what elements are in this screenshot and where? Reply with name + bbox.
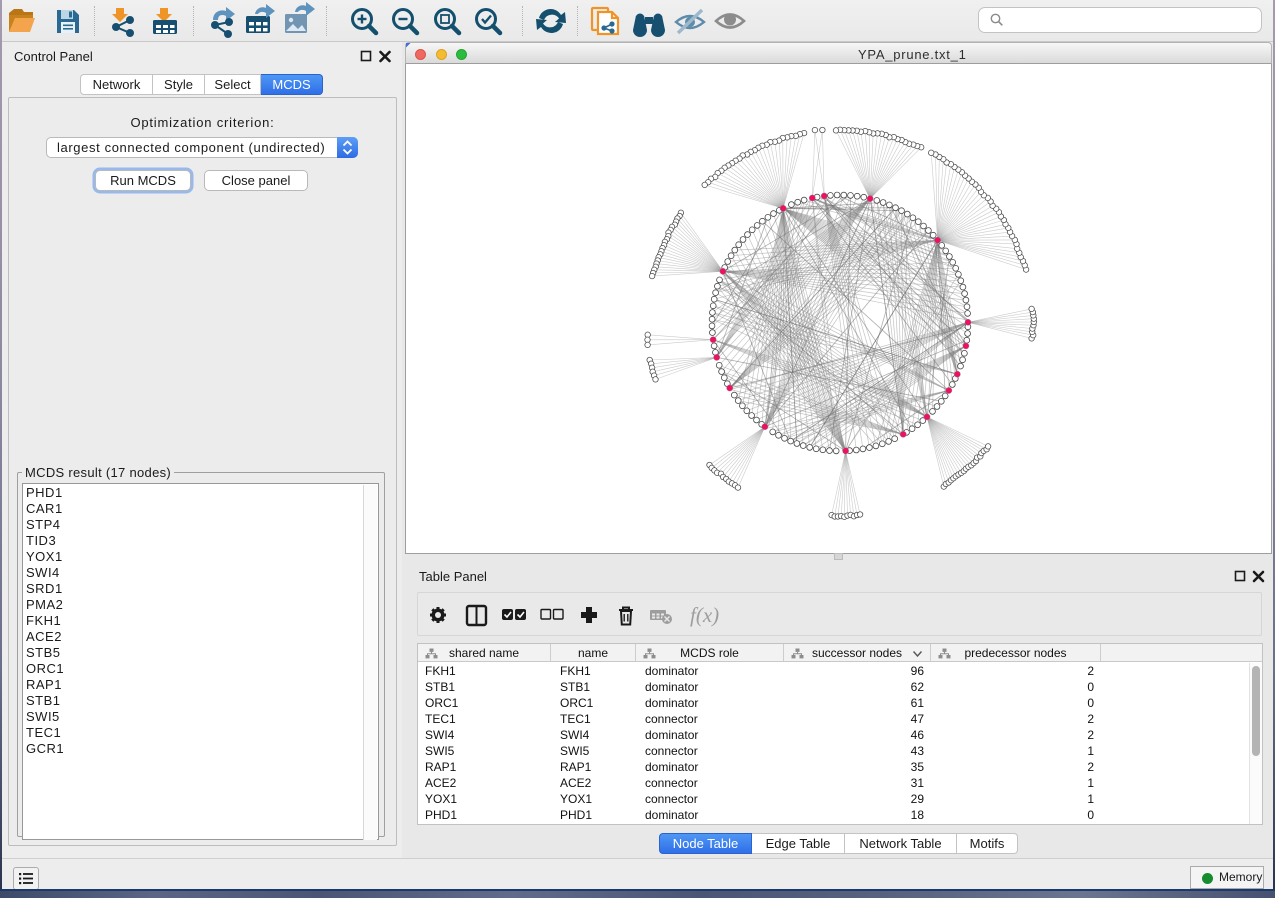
svg-text:f(x): f(x) (690, 603, 719, 627)
